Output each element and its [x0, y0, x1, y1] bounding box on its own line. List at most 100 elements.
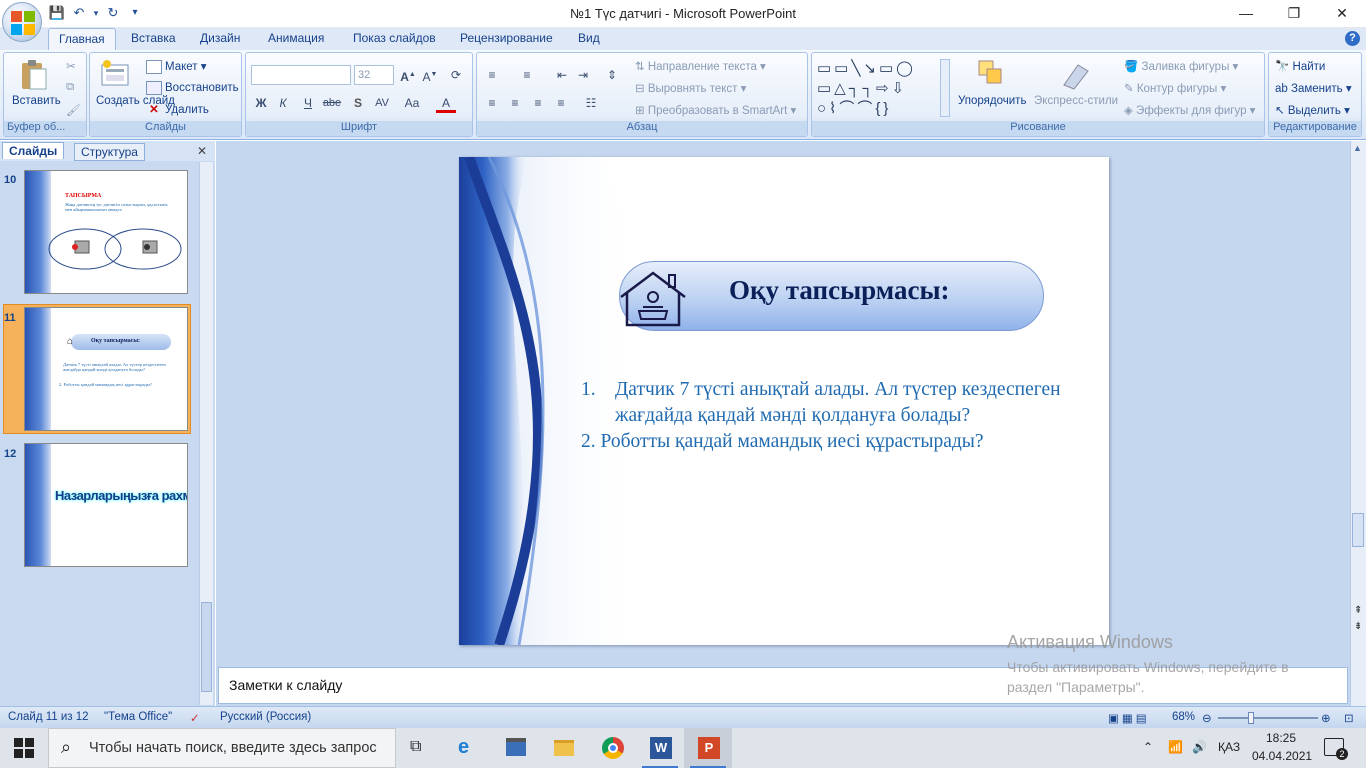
justify-icon[interactable]: ≡ — [551, 93, 571, 113]
thumbnail-slide-12[interactable]: Назарларыңызға рахмет! — [24, 443, 188, 567]
tab-view[interactable]: Вид — [578, 31, 600, 45]
copy-icon[interactable]: ⧉ — [66, 81, 74, 94]
prev-slide-icon[interactable]: ⇞ — [1354, 605, 1362, 616]
paste-icon[interactable] — [18, 59, 50, 91]
underline-button[interactable]: Ч — [298, 93, 318, 113]
new-slide-icon[interactable] — [100, 59, 132, 91]
decrease-indent-icon[interactable]: ⇤ — [552, 65, 572, 85]
select-button[interactable]: ↖ Выделить ▾ — [1275, 103, 1350, 117]
align-right-icon[interactable]: ≡ — [528, 93, 548, 113]
scroll-thumb[interactable] — [201, 602, 212, 692]
input-language[interactable]: ҚАЗ — [1218, 740, 1240, 754]
minimize-button[interactable]: — — [1222, 0, 1270, 28]
zoom-out-icon[interactable]: ⊖ — [1202, 711, 1212, 725]
theme-name[interactable]: "Тема Office" — [104, 711, 172, 723]
tray-expand-icon[interactable]: ⌃ — [1143, 740, 1153, 754]
replace-button[interactable]: ab Заменить ▾ — [1275, 81, 1352, 95]
quick-styles-icon[interactable] — [1060, 59, 1092, 91]
line-spacing-icon[interactable]: ⇕ — [602, 65, 622, 85]
shapes-gallery[interactable]: ▭▭╲↘▭◯ ▭△┐┐⇨⇩ ○⌇⌒⌒{} — [817, 59, 945, 117]
delete-slide-button[interactable]: ✕ Удалить — [146, 103, 209, 117]
thumbnail-slide-11[interactable]: ⌂ Оқу тапсырмасы: Датчик 7 түсті анықтай… — [24, 307, 188, 431]
zoom-level[interactable]: 68% — [1172, 711, 1195, 723]
layout-button[interactable]: Макет ▾ — [146, 59, 207, 74]
text-direction-button[interactable]: ⇅ Направление текста ▾ — [635, 59, 766, 73]
align-left-icon[interactable]: ≡ — [482, 93, 502, 113]
cut-icon[interactable]: ✂ — [66, 59, 76, 73]
shapes-scroll[interactable] — [940, 59, 950, 117]
grow-font-icon[interactable]: A▲ — [398, 65, 418, 85]
powerpoint-button[interactable]: P — [684, 728, 732, 768]
tab-insert[interactable]: Вставка — [131, 31, 176, 45]
increase-indent-icon[interactable]: ⇥ — [573, 65, 593, 85]
find-button[interactable]: 🔭 Найти — [1275, 59, 1325, 73]
thumb-title: Оқу тапсырмасы: — [91, 338, 141, 344]
volume-icon[interactable]: 🔊 — [1192, 740, 1207, 754]
bullets-icon[interactable]: ≡ — [482, 65, 502, 85]
chrome-button[interactable] — [588, 728, 636, 768]
scroll-up-icon[interactable]: ▲ — [1353, 143, 1362, 153]
explorer-button[interactable] — [540, 728, 588, 768]
thumbnail-scrollbar[interactable] — [199, 162, 213, 705]
word-button[interactable]: W — [636, 728, 684, 768]
tab-animation[interactable]: Анимация — [268, 31, 324, 45]
font-size-combo[interactable]: 32 — [354, 65, 394, 85]
view-buttons[interactable]: ▣▦▤ — [1108, 711, 1150, 725]
find-label: Найти — [1292, 61, 1326, 73]
quick-styles-button[interactable]: Экспресс-стили — [1034, 95, 1118, 107]
shape-fill-button[interactable]: 🪣 Заливка фигуры ▾ — [1124, 59, 1238, 73]
align-center-icon[interactable]: ≡ — [505, 93, 525, 113]
numbering-icon[interactable]: ≡ — [517, 65, 537, 85]
font-color-icon[interactable]: A — [436, 93, 456, 113]
tab-review[interactable]: Рецензирование — [460, 31, 553, 45]
start-button[interactable] — [0, 728, 48, 768]
char-spacing-button[interactable]: AV — [372, 93, 392, 113]
columns-icon[interactable]: ☷ — [581, 93, 601, 113]
zoom-slider-thumb[interactable] — [1248, 712, 1254, 724]
close-button[interactable]: ✕ — [1318, 0, 1366, 28]
language-label[interactable]: Русский (Россия) — [220, 711, 311, 723]
align-text-button[interactable]: ⊟ Выровнять текст ▾ — [635, 81, 746, 95]
tab-home[interactable]: Главная — [48, 28, 116, 50]
fit-window-icon[interactable]: ⊡ — [1344, 711, 1354, 725]
close-pane-icon[interactable]: ✕ — [197, 144, 207, 158]
italic-button[interactable]: К — [273, 93, 293, 113]
tab-slideshow[interactable]: Показ слайдов — [353, 31, 436, 45]
next-slide-icon[interactable]: ⇟ — [1354, 621, 1362, 632]
edge-button[interactable]: e — [444, 728, 492, 768]
clock-date[interactable]: 04.04.2021 — [1252, 749, 1312, 763]
smartart-button[interactable]: ⊞ Преобразовать в SmartArt ▾ — [635, 103, 796, 117]
arrange-button[interactable]: Упорядочить — [958, 95, 1026, 107]
shadow-icon[interactable]: S — [348, 93, 368, 113]
shrink-font-icon[interactable]: A▼ — [420, 65, 440, 85]
thumbnail-slide-10[interactable]: ТАПСЫРМА Жаңа датчиктің тус датчигін сал… — [24, 170, 188, 294]
slide-canvas[interactable]: Оқу тапсырмасы: 1. Датчик 7 түсті анықта… — [459, 157, 1109, 645]
store-button[interactable] — [492, 728, 540, 768]
slide-scrollbar[interactable]: ▲ ⇞ ⇟ — [1350, 141, 1366, 706]
arrange-icon[interactable] — [977, 59, 1009, 91]
office-button[interactable] — [2, 2, 42, 42]
scroll-thumb[interactable] — [1352, 513, 1364, 547]
tab-slides[interactable]: Слайды — [2, 142, 65, 159]
shape-effects-button[interactable]: ◈ Эффекты для фигур ▾ — [1124, 103, 1255, 117]
zoom-in-icon[interactable]: ⊕ — [1321, 711, 1331, 725]
tab-design[interactable]: Дизайн — [200, 31, 240, 45]
change-case-button[interactable]: Aa — [402, 93, 422, 113]
zoom-slider[interactable] — [1218, 712, 1318, 724]
network-icon[interactable]: 📶 — [1168, 740, 1183, 754]
paste-button[interactable]: Вставить — [12, 95, 61, 107]
help-icon[interactable]: ? — [1345, 31, 1360, 46]
task-view-button[interactable]: ⧉ — [396, 728, 444, 768]
format-painter-icon[interactable]: 🖌 — [66, 103, 81, 117]
taskbar-search[interactable]: ⌕ Чтобы начать поиск, введите здесь запр… — [48, 728, 396, 768]
restore-button[interactable]: ❐ — [1270, 0, 1318, 28]
shape-outline-button[interactable]: ✎ Контур фигуры ▾ — [1124, 81, 1226, 95]
clear-format-icon[interactable]: ⟳ — [446, 65, 466, 85]
clock-time[interactable]: 18:25 — [1266, 731, 1296, 745]
spellcheck-icon[interactable]: ✓ — [190, 711, 200, 725]
font-family-combo[interactable] — [251, 65, 351, 85]
reset-button[interactable]: Восстановить — [146, 81, 239, 95]
bold-button[interactable]: Ж — [251, 93, 271, 113]
tab-outline[interactable]: Структура — [74, 143, 145, 161]
strike-button[interactable]: abe — [322, 93, 342, 113]
